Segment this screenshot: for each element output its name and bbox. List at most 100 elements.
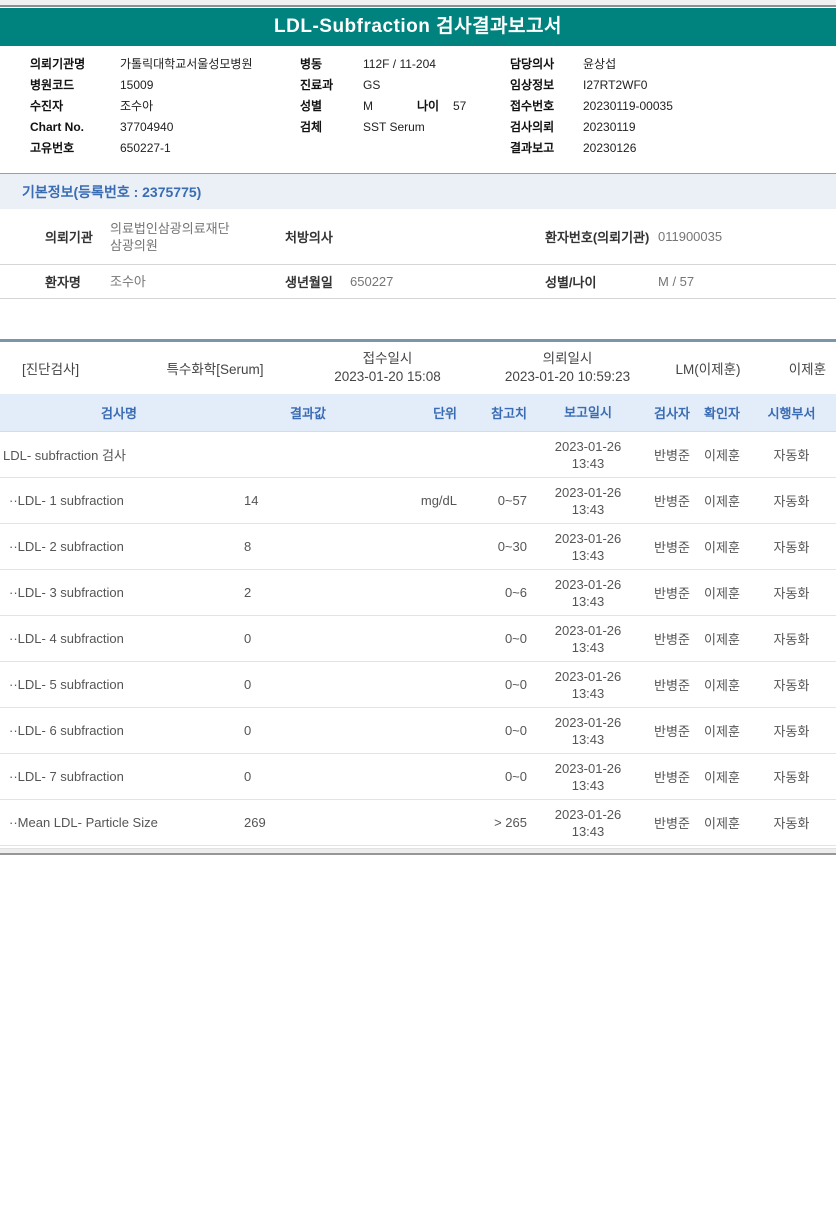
receipt-datetime: 접수일시 2023-01-20 15:08 — [295, 350, 480, 386]
col-header-confirmer: 확인자 — [704, 406, 740, 421]
info-row: 성별 M 나이 57 — [300, 96, 510, 117]
info-value: 57 — [453, 99, 467, 113]
confirmer: 이제훈 — [704, 678, 740, 693]
reference-range: 0~0 — [504, 769, 527, 784]
exam-department: [진단검사] — [22, 362, 80, 377]
info-label: 검체 — [300, 120, 323, 134]
info-row: Chart No. 37704940 — [30, 117, 300, 138]
report-date: 2023-01-26 — [554, 622, 622, 638]
report-time: 13:43 — [571, 639, 605, 655]
info-label: 병동 — [300, 57, 323, 71]
report-date: 2023-01-26 — [554, 806, 622, 822]
info-row: 접수번호 20230119-00035 — [510, 96, 836, 117]
info-label: 병원코드 — [30, 78, 75, 92]
performing-dept: 자동화 — [773, 678, 810, 693]
confirmer: 이제훈 — [704, 586, 740, 601]
info-label: 검사의뢰 — [510, 120, 555, 134]
info-row: 검사의뢰 20230119 — [510, 117, 836, 138]
info-row: 병동 112F / 11-204 — [300, 54, 510, 75]
report-date: 2023-01-26 — [554, 760, 622, 776]
info-row: 임상정보 I27RT2WF0 — [510, 75, 836, 96]
exam-category: 특수화학[Serum] — [166, 362, 264, 377]
test-name: ··LDL- 7 subfraction — [9, 769, 124, 784]
performing-dept: 자동화 — [773, 540, 810, 555]
result-row: ··LDL- 6 subfraction 0 0~0 2023-01-26 13… — [0, 708, 836, 754]
result-value: 0 — [244, 631, 252, 646]
result-value: 0 — [244, 769, 252, 784]
request-label: 의뢰일시 — [542, 351, 593, 366]
confirmer: 이제훈 — [704, 494, 740, 509]
info-label: 진료과 — [300, 78, 334, 92]
bottom-divider-bar — [0, 848, 836, 855]
tester: 반병준 — [654, 678, 690, 693]
test-name: ··LDL- 4 subfraction — [9, 631, 124, 646]
patient-info-middle-column: 병동 112F / 11-204 진료과 GS 성별 M 나이 57 검체 SST… — [300, 54, 510, 159]
report-time: 13:43 — [571, 777, 605, 793]
performing-dept: 자동화 — [773, 586, 810, 601]
tester: 반병준 — [654, 448, 690, 463]
info-value: 조수아 — [120, 99, 154, 113]
info-row: 고유번호 650227-1 — [30, 138, 300, 159]
result-value: 2 — [244, 585, 252, 600]
basic-info-value: M / 57 — [658, 274, 695, 289]
tester: 반병준 — [654, 816, 690, 831]
info-label: 의뢰기관명 — [30, 57, 86, 71]
report-time: 13:43 — [571, 685, 605, 701]
info-label: Chart No. — [30, 120, 84, 134]
info-label: 성별 — [300, 99, 323, 113]
basic-info-row: 의뢰기관 의료법인삼광의료재단 삼광의원 처방의사 환자번호(의뢰기관) 011… — [0, 209, 836, 265]
performing-dept: 자동화 — [773, 448, 810, 463]
patient-info-panel: 의뢰기관명 가톨릭대학교서울성모병원 병원코드 15009 수진자 조수아 Ch… — [0, 46, 836, 168]
result-row: ··LDL- 1 subfraction 14 mg/dL 0~57 2023-… — [0, 478, 836, 524]
info-row: 검체 SST Serum — [300, 117, 510, 138]
reference-range: 0~0 — [504, 723, 527, 738]
info-value: 20230126 — [583, 141, 637, 155]
result-row: ··LDL- 7 subfraction 0 0~0 2023-01-26 13… — [0, 754, 836, 800]
test-name: ··LDL- 5 subfraction — [9, 677, 124, 692]
result-value: 0 — [244, 723, 252, 738]
report-date: 2023-01-26 — [554, 714, 622, 730]
result-value: 8 — [244, 539, 252, 554]
basic-info-table: 의뢰기관 의료법인삼광의료재단 삼광의원 처방의사 환자번호(의뢰기관) 011… — [0, 209, 836, 299]
basic-info-value: 650227 — [350, 274, 394, 289]
report-datetime: 2023-01-26 13:43 — [529, 576, 647, 610]
performing-dept: 자동화 — [773, 632, 810, 647]
report-datetime: 2023-01-26 13:43 — [529, 760, 647, 794]
result-row: ··LDL- 5 subfraction 0 0~0 2023-01-26 13… — [0, 662, 836, 708]
col-header-test-name: 검사명 — [101, 406, 137, 421]
reference-range: > 265 — [494, 815, 527, 830]
col-header-reference: 참고치 — [491, 406, 527, 421]
info-value: 20230119-00035 — [583, 99, 673, 113]
info-value: 15009 — [120, 78, 154, 92]
top-divider-bar — [0, 0, 836, 7]
basic-info-value: 의료법인삼광의료재단 삼광의원 — [110, 220, 230, 253]
report-time: 13:43 — [571, 823, 605, 839]
basic-info-label: 생년월일 — [285, 275, 333, 290]
result-row: ··Mean LDL- Particle Size 269 > 265 2023… — [0, 800, 836, 846]
basic-info-label: 처방의사 — [285, 230, 333, 245]
report-time: 13:43 — [571, 731, 605, 747]
test-name: ··LDL- 2 subfraction — [9, 539, 124, 554]
performing-dept: 자동화 — [773, 494, 810, 509]
info-value: 37704940 — [120, 120, 174, 134]
info-row: 의뢰기관명 가톨릭대학교서울성모병원 — [30, 54, 300, 75]
info-row: 병원코드 15009 — [30, 75, 300, 96]
info-value: I27RT2WF0 — [583, 78, 648, 92]
request-datetime: 의뢰일시 2023-01-20 10:59:23 — [480, 350, 655, 386]
reference-range: 0~0 — [504, 631, 527, 646]
info-label: 접수번호 — [510, 99, 555, 113]
report-time: 13:43 — [571, 501, 605, 517]
performing-dept: 자동화 — [773, 770, 810, 785]
patient-info-left-column: 의뢰기관명 가톨릭대학교서울성모병원 병원코드 15009 수진자 조수아 Ch… — [30, 54, 300, 159]
tester: 반병준 — [654, 632, 690, 647]
report-time: 13:43 — [571, 547, 605, 563]
report-date: 2023-01-26 — [554, 484, 622, 500]
report-title: LDL-Subfraction 검사결과보고서 — [0, 8, 836, 46]
basic-info-row: 환자명 조수아 생년월일 650227 성별/나이 M / 57 — [0, 265, 836, 299]
test-name: ··Mean LDL- Particle Size — [9, 815, 158, 830]
info-value: GS — [363, 78, 381, 92]
report-datetime: 2023-01-26 13:43 — [529, 714, 647, 748]
info-row: 담당의사 윤상섭 — [510, 54, 836, 75]
exam-summary-row: [진단검사] 특수화학[Serum] 접수일시 2023-01-20 15:08… — [0, 342, 836, 394]
